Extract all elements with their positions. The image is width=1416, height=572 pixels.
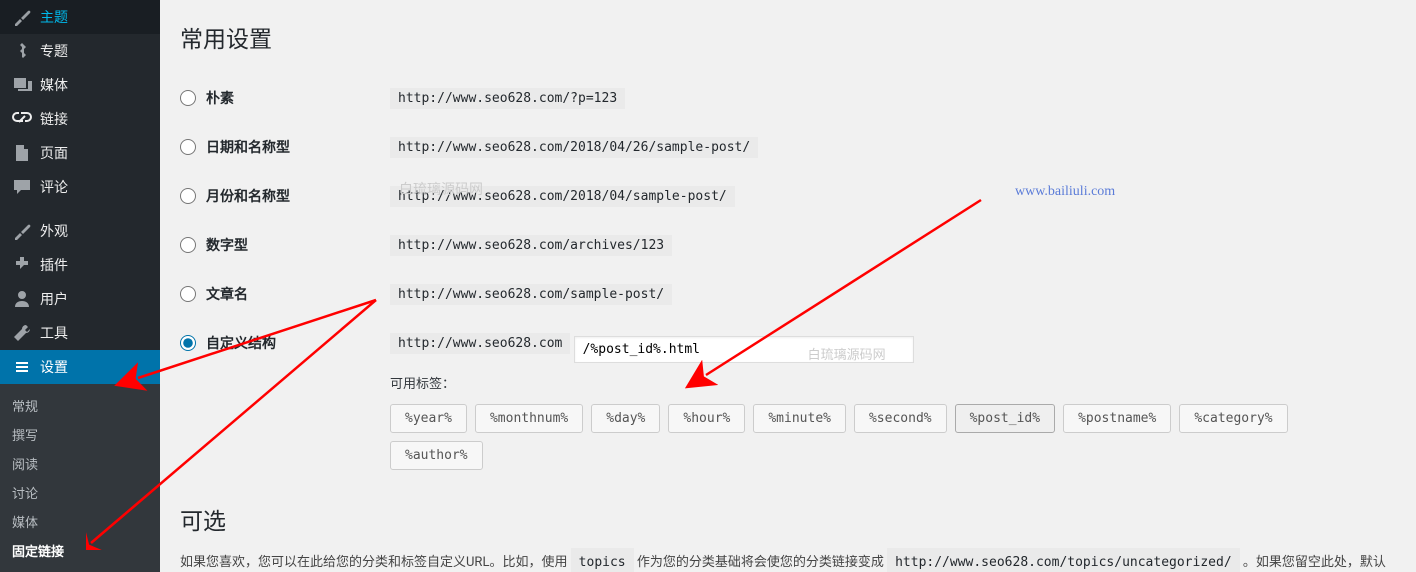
sidebar-item-comments[interactable]: 评论 (0, 170, 160, 204)
plugin-icon (12, 255, 32, 275)
radio-plain-input[interactable] (180, 90, 196, 106)
sidebar-label: 专题 (40, 41, 68, 61)
tag-buttons-row: %year% %monthnum% %day% %hour% %minute% … (390, 404, 1386, 470)
sidebar-label: 工具 (40, 323, 68, 343)
radio-monthdate-input[interactable] (180, 188, 196, 204)
sidebar-label: 插件 (40, 255, 68, 275)
sidebar-item-pages[interactable]: 页面 (0, 136, 160, 170)
comment-icon (12, 177, 32, 197)
sub-item-writing[interactable]: 撰写 (0, 420, 160, 449)
tag-second[interactable]: %second% (854, 404, 947, 433)
sidebar-label: 链接 (40, 109, 68, 129)
example-url: http://www.seo628.com/sample-post/ (390, 284, 672, 305)
sidebar-label: 用户 (40, 289, 68, 309)
example-url: http://www.seo628.com/?p=123 (390, 88, 625, 109)
radio-custom-input[interactable] (180, 335, 196, 351)
tag-author[interactable]: %author% (390, 441, 483, 470)
radio-monthdate[interactable]: 月份和名称型 (180, 186, 370, 206)
pin-icon (12, 41, 32, 61)
radio-label-text: 朴素 (206, 88, 234, 108)
sub-item-permalinks[interactable]: 固定链接 (0, 536, 160, 565)
brush2-icon (12, 221, 32, 241)
link-icon (12, 109, 32, 129)
sidebar-item-topics[interactable]: 专题 (0, 34, 160, 68)
sidebar-item-tools[interactable]: 工具 (0, 316, 160, 350)
radio-daydate[interactable]: 日期和名称型 (180, 137, 370, 157)
desc-part2: 作为您的分类基础将会使您的分类链接变成 (634, 555, 887, 570)
option-row-postname: 文章名 http://www.seo628.com/sample-post/ (180, 270, 1396, 319)
radio-numeric[interactable]: 数字型 (180, 235, 370, 255)
sub-item-media[interactable]: 媒体 (0, 507, 160, 536)
sidebar-label: 主题 (40, 7, 68, 27)
sidebar-label: 媒体 (40, 75, 68, 95)
user-icon (12, 289, 32, 309)
tag-year[interactable]: %year% (390, 404, 467, 433)
tag-hour[interactable]: %hour% (668, 404, 745, 433)
option-row-plain: 朴素 http://www.seo628.com/?p=123 (180, 74, 1396, 123)
sub-item-discussion[interactable]: 讨论 (0, 478, 160, 507)
sidebar-item-links[interactable]: 链接 (0, 102, 160, 136)
tag-category[interactable]: %category% (1179, 404, 1287, 433)
tag-postname[interactable]: %postname% (1063, 404, 1171, 433)
sidebar-label: 外观 (40, 221, 68, 241)
radio-label-text: 月份和名称型 (206, 186, 290, 206)
tags-available-label: 可用标签： (390, 373, 1386, 392)
custom-structure-input[interactable] (574, 336, 914, 363)
option-row-daydate: 日期和名称型 http://www.seo628.com/2018/04/26/… (180, 123, 1396, 172)
radio-postname[interactable]: 文章名 (180, 284, 370, 304)
desc-code1: topics (571, 548, 634, 572)
sidebar-item-plugins[interactable]: 插件 (0, 248, 160, 282)
radio-plain[interactable]: 朴素 (180, 88, 370, 108)
optional-title: 可选 (180, 502, 1396, 536)
tag-day[interactable]: %day% (591, 404, 660, 433)
sub-item-general[interactable]: 常规 (0, 391, 160, 420)
permalink-options-table: 朴素 http://www.seo628.com/?p=123 日期和名称型 h… (180, 74, 1396, 484)
tag-minute[interactable]: %minute% (753, 404, 846, 433)
sidebar-item-appearance[interactable]: 外观 (0, 214, 160, 248)
tag-postid[interactable]: %post_id% (955, 404, 1055, 433)
radio-label-text: 日期和名称型 (206, 137, 290, 157)
example-url: http://www.seo628.com/archives/123 (390, 235, 672, 256)
media-icon (12, 75, 32, 95)
radio-postname-input[interactable] (180, 286, 196, 302)
sub-item-reading[interactable]: 阅读 (0, 449, 160, 478)
radio-label-text: 自定义结构 (206, 333, 276, 353)
sidebar-label: 评论 (40, 177, 68, 197)
brush-icon (12, 7, 32, 27)
option-row-monthdate: 月份和名称型 http://www.seo628.com/2018/04/sam… (180, 172, 1396, 221)
settings-submenu: 常规 撰写 阅读 讨论 媒体 固定链接 (0, 384, 160, 572)
radio-numeric-input[interactable] (180, 237, 196, 253)
sidebar-item-users[interactable]: 用户 (0, 282, 160, 316)
sidebar-label: 页面 (40, 143, 68, 163)
main-content: 常用设置 朴素 http://www.seo628.com/?p=123 日期和… (160, 0, 1416, 572)
sidebar-item-settings[interactable]: 设置 (0, 350, 160, 384)
settings-icon (12, 357, 32, 377)
option-row-numeric: 数字型 http://www.seo628.com/archives/123 (180, 221, 1396, 270)
site-prefix: http://www.seo628.com (390, 333, 570, 354)
radio-label-text: 文章名 (206, 284, 248, 304)
page-icon (12, 143, 32, 163)
sidebar-item-themes[interactable]: 主题 (0, 0, 160, 34)
option-row-custom: 自定义结构 http://www.seo628.com 白琉璃源码网 可用标签：… (180, 319, 1396, 484)
sidebar-item-media[interactable]: 媒体 (0, 68, 160, 102)
radio-daydate-input[interactable] (180, 139, 196, 155)
sidebar-label: 设置 (40, 357, 68, 377)
radio-custom[interactable]: 自定义结构 (180, 333, 370, 353)
example-url: http://www.seo628.com/2018/04/26/sample-… (390, 137, 758, 158)
optional-description: 如果您喜欢，您可以在此给您的分类和标签自定义URL。比如，使用 topics 作… (180, 548, 1396, 572)
admin-sidebar: 主题 专题 媒体 链接 页面 评论 外观 插件 用户 工具 设置 常规 撰写 阅… (0, 0, 160, 572)
tag-monthnum[interactable]: %monthnum% (475, 404, 583, 433)
desc-code2: http://www.seo628.com/topics/uncategoriz… (887, 548, 1240, 572)
tools-icon (12, 323, 32, 343)
section-title: 常用设置 (180, 20, 1396, 54)
radio-label-text: 数字型 (206, 235, 248, 255)
example-url: http://www.seo628.com/2018/04/sample-pos… (390, 186, 735, 207)
desc-part1: 如果您喜欢，您可以在此给您的分类和标签自定义URL。比如，使用 (180, 555, 571, 570)
